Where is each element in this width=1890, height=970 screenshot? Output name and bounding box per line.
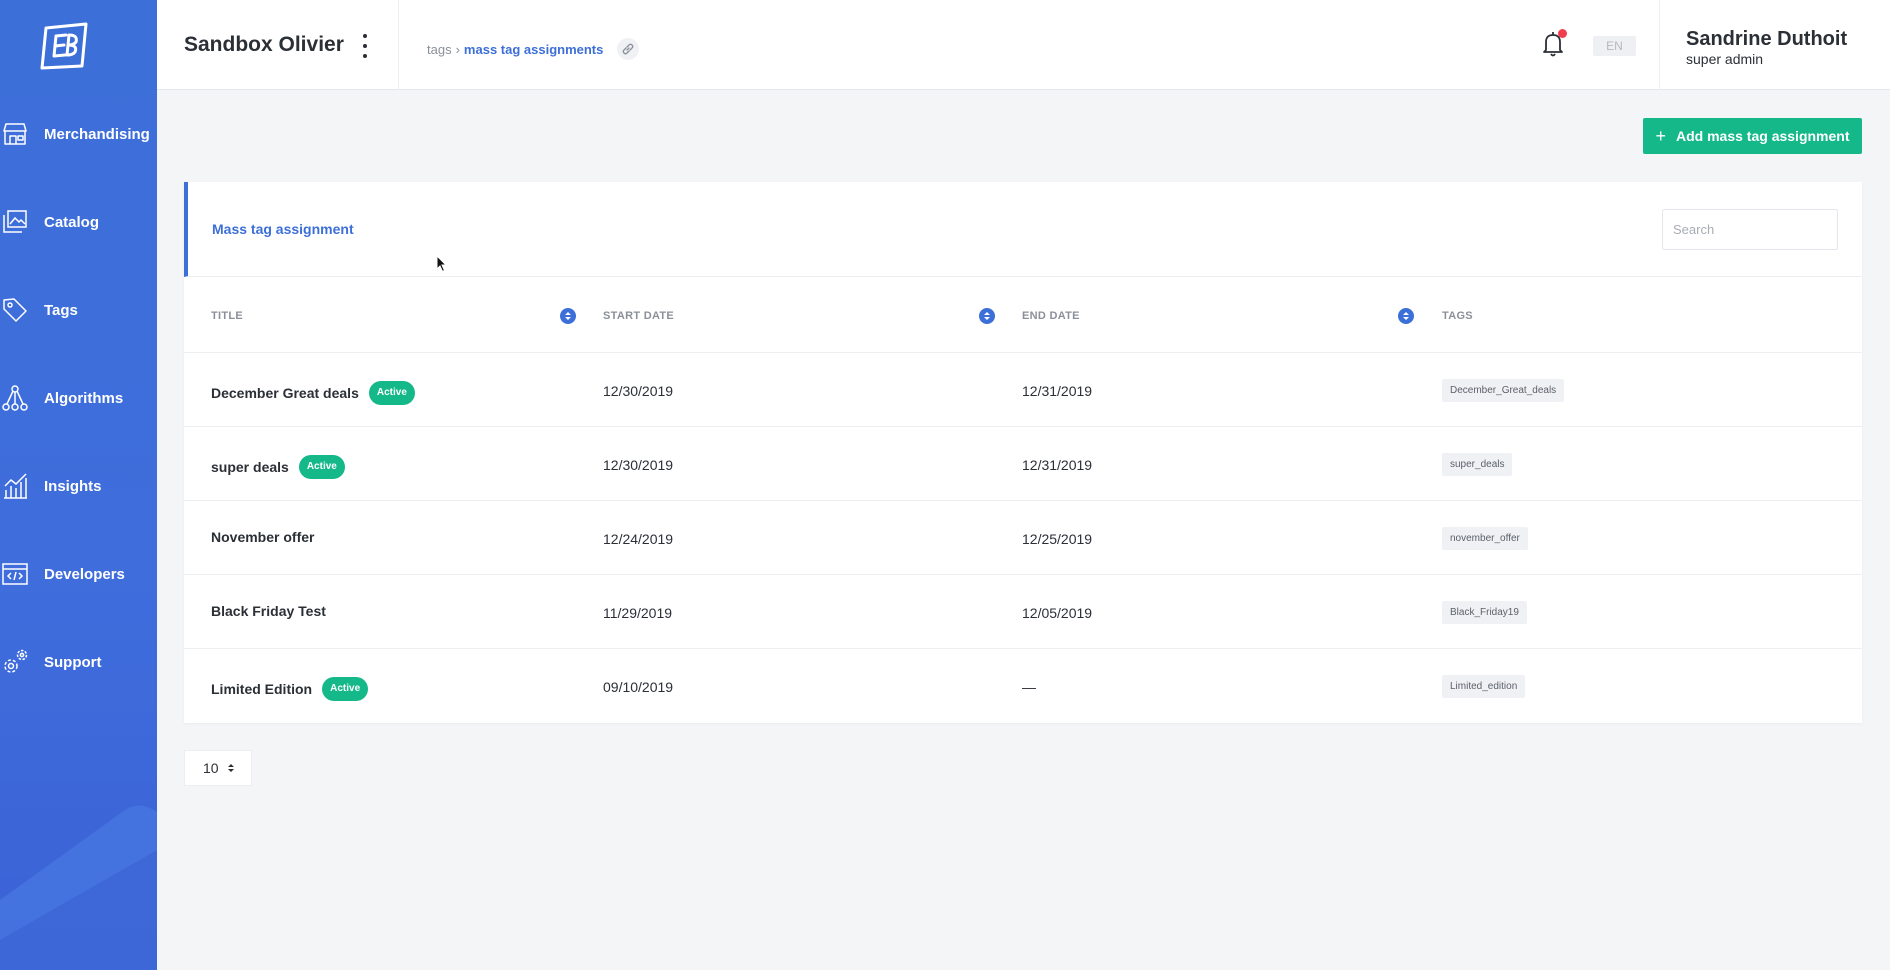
row-title-text: November offer [211, 529, 315, 545]
sidebar-item-label: Tags [44, 301, 78, 319]
logo-icon[interactable] [36, 22, 92, 70]
column-header-title: TITLE [211, 310, 244, 322]
more-options-button[interactable] [357, 34, 373, 58]
user-name[interactable]: Sandrine Duthoit [1686, 28, 1847, 51]
table-row[interactable]: Black Friday Test 11/29/2019 12/05/2019 … [184, 575, 1862, 649]
add-button-label: Add mass tag assignment [1676, 128, 1850, 144]
sidebar-item-label: Insights [44, 477, 102, 495]
divider [398, 0, 399, 90]
images-icon [0, 207, 30, 237]
card-title: Mass tag assignment [212, 221, 354, 237]
tag-chip[interactable]: november_offer [1442, 527, 1528, 550]
sidebar-item-catalog[interactable]: Catalog [0, 200, 157, 244]
notification-dot [1558, 29, 1567, 38]
tag-chip[interactable]: December_Great_deals [1442, 379, 1565, 402]
sidebar-item-tags[interactable]: Tags [0, 288, 157, 332]
row-title-text: Limited Edition [211, 681, 313, 697]
row-title-text: super deals [211, 459, 289, 475]
breadcrumb-current: mass tag assignments [463, 41, 604, 57]
row-start-date: 12/24/2019 [603, 531, 674, 547]
breadcrumb-separator: › [455, 41, 460, 57]
row-start-date: 12/30/2019 [603, 383, 674, 399]
notifications-bell-icon[interactable] [1541, 29, 1567, 58]
row-end-date: 12/25/2019 [1022, 531, 1093, 547]
table-header: TITLE START DATE END DATE TAGS [184, 277, 1862, 353]
row-start-date: 09/10/2019 [603, 679, 674, 695]
sidebar-item-merchandising[interactable]: Merchandising [0, 112, 157, 156]
row-start-date: 11/29/2019 [603, 605, 673, 621]
row-end-date: — [1022, 679, 1036, 695]
sidebar-item-algorithms[interactable]: Algorithms [0, 376, 157, 420]
gears-icon [0, 647, 30, 677]
plus-icon: + [1655, 126, 1666, 146]
kebab-dot [363, 44, 367, 48]
code-icon [0, 559, 30, 589]
copy-link-icon[interactable] [617, 38, 640, 60]
store-icon [0, 119, 30, 149]
page-size-value: 10 [203, 760, 219, 776]
table-row[interactable]: super deals Active 12/30/2019 12/31/2019… [184, 427, 1862, 501]
column-header-end-date: END DATE [1022, 310, 1080, 322]
status-badge: Active [368, 381, 415, 405]
column-header-tags: TAGS [1442, 310, 1473, 322]
status-badge: Active [322, 677, 369, 701]
tag-icon [0, 295, 30, 325]
row-end-date: 12/31/2019 [1022, 457, 1093, 473]
table-row[interactable]: November offer 12/24/2019 12/25/2019 nov… [184, 501, 1862, 575]
mouse-cursor-icon [436, 255, 448, 273]
status-badge: Active [298, 455, 345, 479]
top-header: Sandbox Olivier tags › mass tag assignme… [157, 0, 1890, 90]
row-title: November offer [211, 529, 314, 545]
tag-chip[interactable]: super_deals [1442, 453, 1513, 476]
table-row[interactable]: December Great deals Active 12/30/2019 1… [184, 353, 1862, 427]
row-end-date: 12/05/2019 [1022, 605, 1093, 621]
tag-chip[interactable]: Black_Friday19 [1442, 601, 1527, 624]
sidebar-item-label: Algorithms [44, 389, 124, 407]
row-title: super deals Active [211, 455, 345, 479]
sidebar: Merchandising Catalog Tags Algorithms In… [0, 0, 157, 970]
sort-start-date-icon[interactable] [979, 308, 995, 324]
row-start-date: 12/30/2019 [603, 457, 674, 473]
search-input[interactable] [1662, 209, 1838, 250]
sidebar-item-developers[interactable]: Developers [0, 552, 157, 596]
page-size-select[interactable]: 10 [184, 750, 252, 786]
chart-icon [0, 471, 30, 501]
breadcrumb: tags › mass tag assignments [427, 38, 640, 60]
network-icon [0, 383, 30, 413]
row-title-text: Black Friday Test [211, 603, 326, 619]
column-header-start-date: START DATE [603, 310, 675, 322]
sidebar-item-label: Developers [44, 565, 125, 583]
row-title: Limited Edition Active [211, 677, 369, 701]
sort-end-date-icon[interactable] [1398, 308, 1414, 324]
sidebar-decoration [0, 805, 157, 970]
kebab-dot [363, 54, 367, 58]
row-title: December Great deals Active [211, 381, 415, 405]
sort-title-icon[interactable] [560, 308, 576, 324]
app-title: Sandbox Olivier [184, 33, 344, 56]
sidebar-item-support[interactable]: Support [0, 640, 157, 684]
breadcrumb-tags[interactable]: tags [427, 42, 452, 57]
sidebar-item-label: Catalog [44, 213, 100, 231]
sidebar-item-label: Merchandising [44, 125, 150, 143]
row-title: Black Friday Test [211, 603, 326, 619]
tag-chip[interactable]: Limited_edition [1442, 675, 1526, 698]
updown-chevron-icon [227, 760, 235, 776]
divider [1659, 0, 1660, 90]
language-selector[interactable]: EN [1593, 36, 1636, 56]
kebab-dot [363, 34, 367, 38]
row-title-text: December Great deals [211, 385, 359, 401]
user-role: super admin [1686, 51, 1764, 67]
add-mass-tag-assignment-button[interactable]: + Add mass tag assignment [1643, 118, 1862, 154]
table-row[interactable]: Limited Edition Active 09/10/2019 — Limi… [184, 649, 1862, 723]
row-end-date: 12/31/2019 [1022, 383, 1093, 399]
sidebar-item-label: Support [44, 653, 102, 671]
sidebar-item-insights[interactable]: Insights [0, 464, 157, 508]
